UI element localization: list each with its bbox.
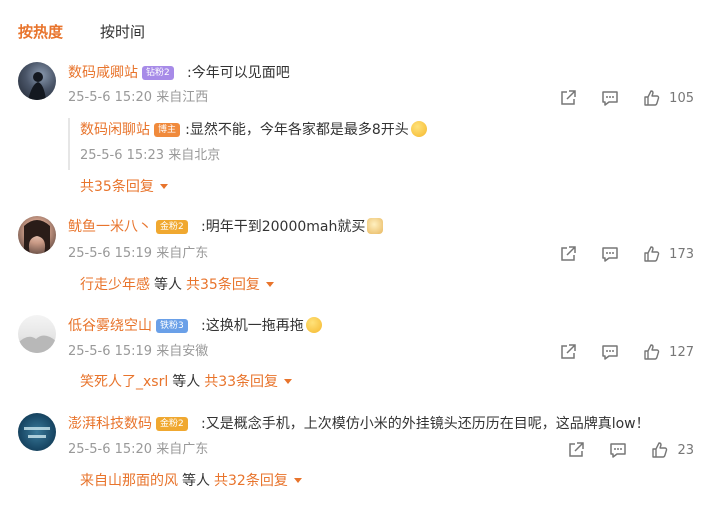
reply-button[interactable] — [601, 89, 619, 107]
fan-badge: 钻粉2 — [142, 66, 174, 80]
fan-badge: 铁粉3 — [156, 319, 188, 333]
comment-actions: 127 — [535, 342, 694, 362]
like-count: 23 — [677, 442, 694, 458]
share-button[interactable] — [567, 441, 585, 459]
reply-meta: 25-5-6 15:23 来自北京 — [80, 148, 221, 163]
comment-author[interactable]: 低谷雾绕空山 铁粉3 — [68, 316, 188, 336]
comment-actions: 173 — [535, 244, 694, 264]
thumbs-up-icon — [652, 442, 668, 458]
share-icon — [569, 442, 585, 457]
fan-badge: 金粉2 — [156, 417, 188, 431]
tab-by-time[interactable]: 按时间 — [100, 22, 145, 42]
reply-button[interactable] — [601, 245, 619, 263]
comment-actions: 105 — [535, 88, 694, 108]
more-replies-link[interactable]: 来自山那面的风 等人 共32条回复 — [80, 471, 302, 491]
sort-tabs: 按热度 按时间 — [0, 0, 720, 60]
share-button[interactable] — [559, 343, 577, 361]
share-button[interactable] — [559, 245, 577, 263]
comment-text: :又是概念手机，上次模仿小米的外挂镜头还历历在目呢，这品牌真low！ — [201, 416, 650, 432]
comment-text: :明年干到20000mah就买 — [201, 217, 384, 237]
comment-meta: 25-5-6 15:19 来自广东 — [68, 246, 209, 261]
avatar[interactable] — [18, 315, 56, 353]
blogger-badge: 博主 — [154, 123, 181, 137]
chevron-down-icon — [159, 184, 168, 189]
share-icon — [561, 90, 576, 105]
comment-meta: 25-5-6 15:20 来自广东 — [68, 442, 209, 457]
nested-reply: 数码闲聊站 博主 :显然不能，今年各家都是最多8开头 25-5-6 15:23 来… — [68, 118, 427, 170]
share-icon — [561, 344, 576, 359]
thumbs-up-icon — [644, 90, 660, 106]
comment-author[interactable]: 数码咸卿站 钻粉2 — [68, 63, 174, 83]
smile-emoji-icon — [410, 121, 427, 137]
thumbs-up-icon — [644, 246, 660, 262]
like-count: 105 — [669, 90, 694, 106]
comment-meta: 25-5-6 15:20 来自江西 — [68, 90, 209, 105]
avatar[interactable] — [18, 62, 56, 100]
share-icon — [561, 246, 576, 261]
reply-text: :显然不能，今年各家都是最多8开头 — [185, 122, 409, 138]
thumbs-up-icon — [644, 344, 660, 360]
comment-text: :这换机一拖再拖 — [201, 316, 322, 336]
comment-icon — [610, 443, 627, 458]
share-button[interactable] — [559, 89, 577, 107]
tab-by-hot[interactable]: 按热度 — [18, 22, 63, 42]
like-button[interactable]: 23 — [651, 441, 694, 459]
doge-emoji-icon — [367, 218, 384, 234]
comment-text: :今年可以见面吧 — [187, 65, 290, 81]
chevron-down-icon — [284, 379, 293, 384]
chevron-down-icon — [293, 478, 302, 483]
chevron-down-icon — [265, 282, 274, 287]
like-button[interactable]: 105 — [643, 89, 694, 107]
more-replies-link[interactable]: 笑死人了_xsrl 等人 共33条回复 — [80, 372, 293, 392]
fan-badge: 金粉2 — [156, 220, 188, 234]
comment-meta: 25-5-6 15:19 来自安徽 — [68, 344, 209, 359]
comment-author[interactable]: 澎湃科技数码 金粉2 — [68, 414, 188, 434]
reply-button[interactable] — [609, 441, 627, 459]
comment-actions: 23 — [543, 440, 694, 460]
comment-icon — [602, 247, 618, 262]
comment-icon — [602, 345, 618, 360]
comment-icon — [602, 91, 618, 106]
more-replies-link[interactable]: 行走少年感 等人 共35条回复 — [80, 275, 274, 295]
avatar[interactable] — [18, 413, 56, 451]
avatar[interactable] — [18, 216, 56, 254]
like-count: 173 — [669, 246, 694, 262]
like-count: 127 — [669, 344, 694, 360]
like-button[interactable]: 173 — [643, 245, 694, 263]
like-button[interactable]: 127 — [643, 343, 694, 361]
more-replies-link[interactable]: 共35条回复 — [80, 177, 168, 197]
reply-button[interactable] — [601, 343, 619, 361]
sweat-smile-emoji-icon — [305, 317, 322, 333]
comment-author[interactable]: 鱿鱼一米八丶 金粉2 — [68, 217, 188, 237]
reply-author[interactable]: 数码闲聊站 — [80, 122, 150, 138]
